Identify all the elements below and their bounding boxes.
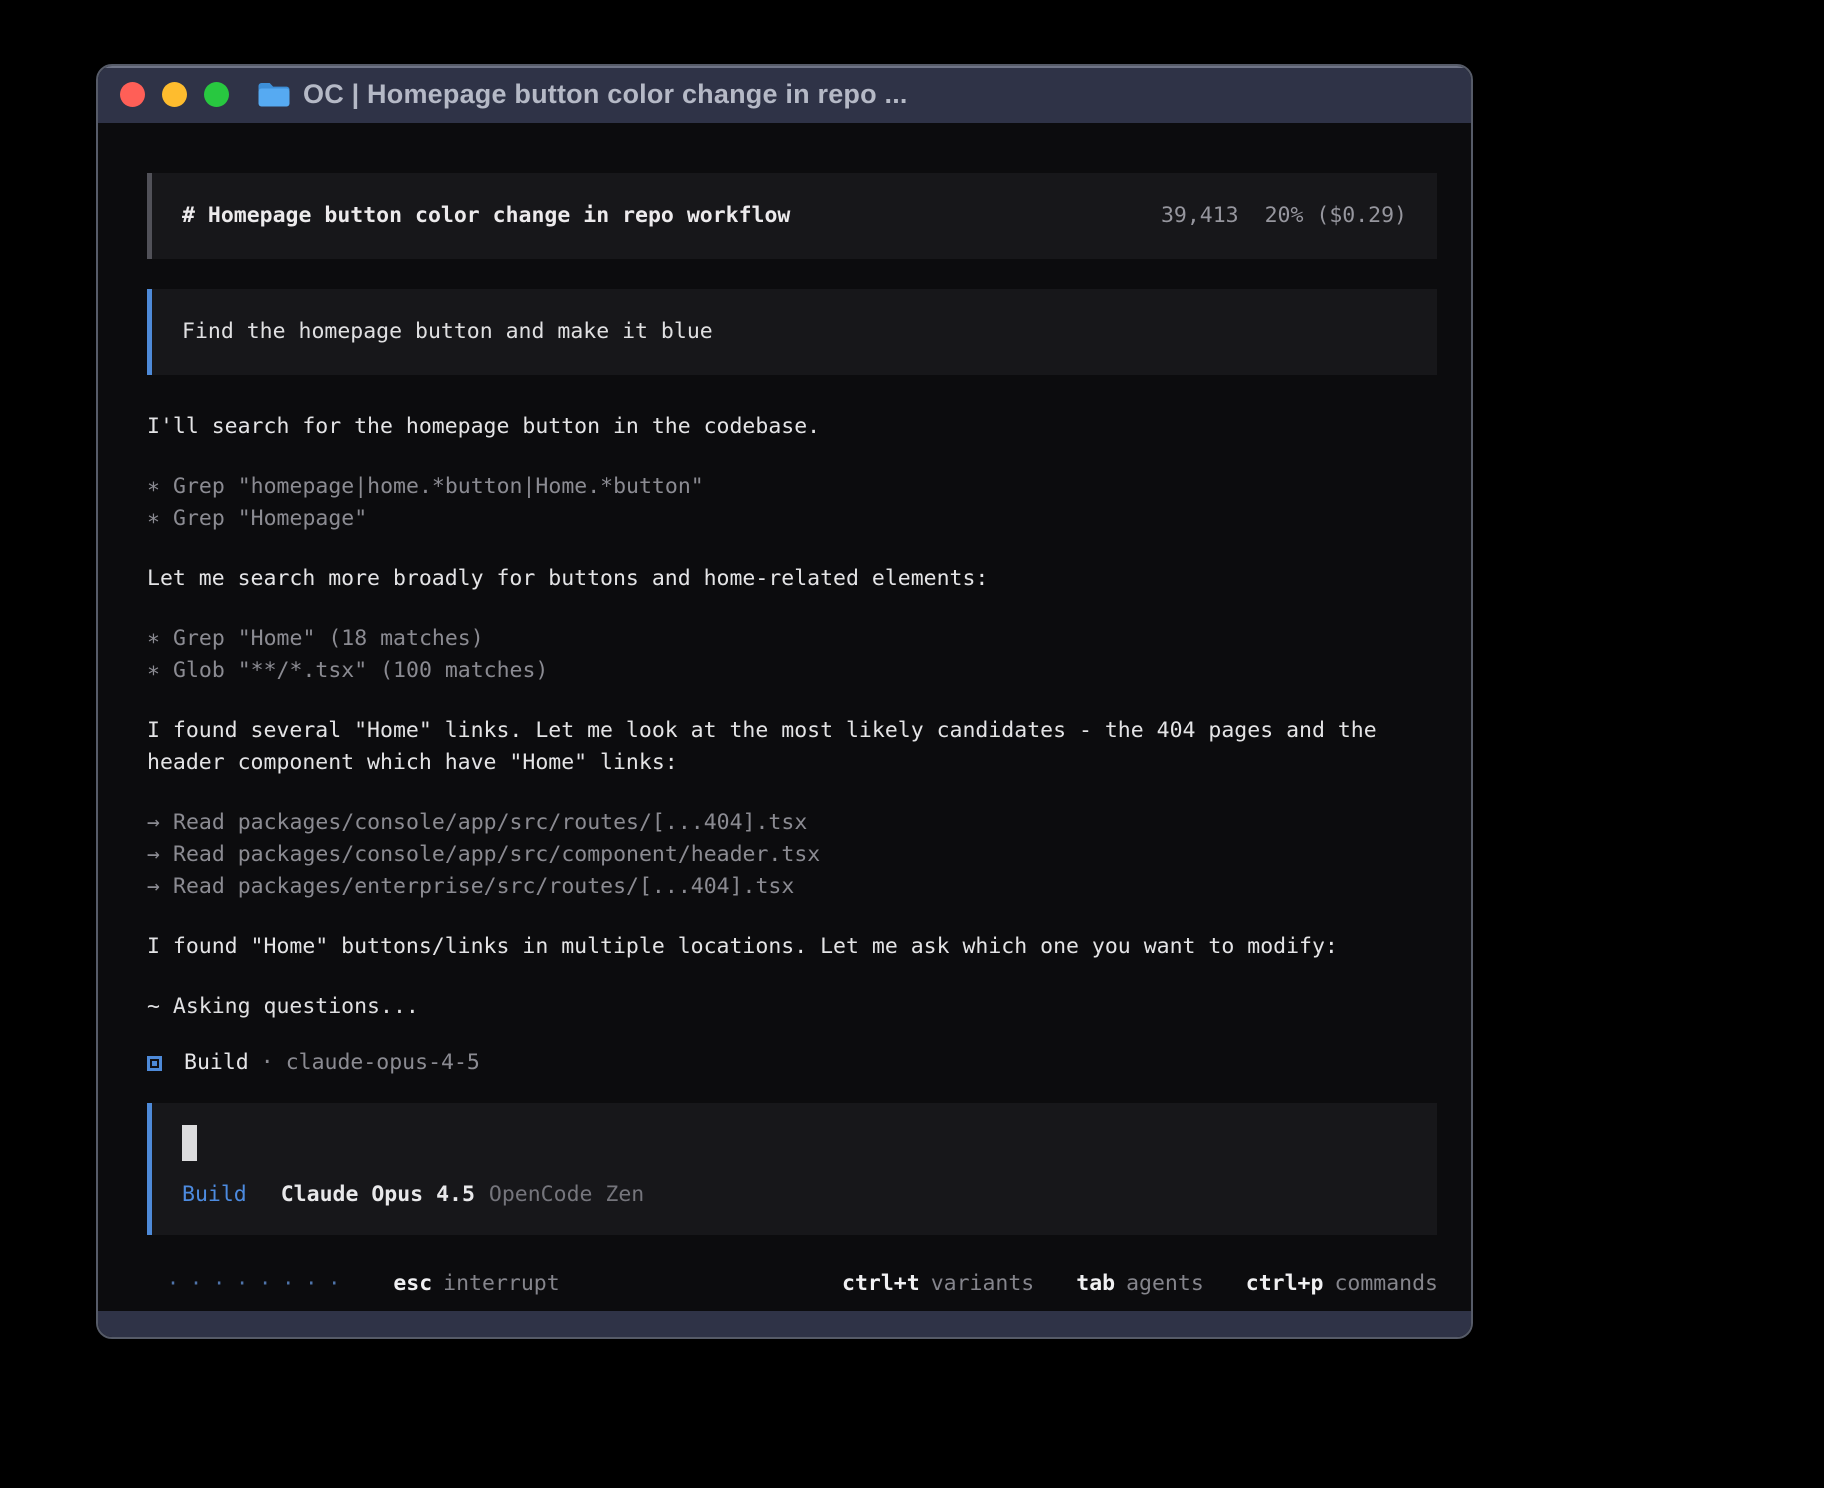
arrow-right-icon: → bbox=[147, 807, 173, 839]
hint-label: variants bbox=[931, 1271, 1035, 1296]
tool-call-glob: ∗Glob "**/*.tsx" (100 matches) bbox=[147, 655, 1437, 687]
token-count: 39,413 bbox=[1161, 200, 1239, 232]
agent-name: Build bbox=[184, 1047, 249, 1079]
tool-call-read: →Read packages/console/app/src/routes/[.… bbox=[147, 807, 1437, 839]
prompt-input-line[interactable] bbox=[182, 1125, 1407, 1161]
hint-variants: ctrl+t variants bbox=[842, 1271, 1034, 1296]
text-cursor bbox=[182, 1125, 197, 1161]
tool-call-grep: ∗Grep "homepage|home.*button|Home.*butto… bbox=[147, 471, 1437, 503]
hint-label: interrupt bbox=[443, 1271, 560, 1296]
tool-call-read: →Read packages/enterprise/src/routes/[..… bbox=[147, 871, 1437, 903]
assistant-paragraph: I found "Home" buttons/links in multiple… bbox=[147, 931, 1437, 963]
hint-key: ctrl+p bbox=[1246, 1271, 1324, 1296]
user-message: Find the homepage button and make it blu… bbox=[147, 289, 1437, 375]
traffic-lights bbox=[120, 82, 229, 107]
prompt-input[interactable]: Build Claude Opus 4.5 OpenCode Zen bbox=[147, 1103, 1437, 1235]
tool-call-label: Grep "homepage|home.*button|Home.*button… bbox=[173, 474, 704, 499]
activity-status: ~ Asking questions... bbox=[147, 991, 1437, 1023]
window-title: OC | Homepage button color change in rep… bbox=[303, 79, 908, 110]
assistant-paragraph: I found several "Home" links. Let me loo… bbox=[147, 715, 1437, 779]
hint-interrupt: esc interrupt bbox=[393, 1271, 559, 1296]
context-cost: 20% ($0.29) bbox=[1265, 200, 1407, 232]
minimize-button[interactable] bbox=[162, 82, 187, 107]
active-agent-label[interactable]: Build bbox=[182, 1179, 247, 1211]
tool-call-read: →Read packages/console/app/src/component… bbox=[147, 839, 1437, 871]
tool-call-group: ∗Grep "homepage|home.*button|Home.*butto… bbox=[147, 471, 1437, 535]
session-content: # Homepage button color change in repo w… bbox=[98, 123, 1471, 1261]
tool-call-label: Read packages/enterprise/src/routes/[...… bbox=[173, 874, 794, 899]
asterisk-icon: ∗ bbox=[147, 623, 173, 655]
arrow-right-icon: → bbox=[147, 839, 173, 871]
assistant-paragraph: Let me search more broadly for buttons a… bbox=[147, 563, 1437, 595]
provider-label: OpenCode Zen bbox=[489, 1179, 644, 1211]
separator-dot: · bbox=[261, 1047, 274, 1079]
close-button[interactable] bbox=[120, 82, 145, 107]
hint-label: commands bbox=[1334, 1271, 1438, 1296]
tool-call-grep: ∗Grep "Home" (18 matches) bbox=[147, 623, 1437, 655]
tool-call-grep: ∗Grep "Homepage" bbox=[147, 503, 1437, 535]
tool-call-label: Grep "Home" (18 matches) bbox=[173, 626, 484, 651]
tool-call-label: Read packages/console/app/src/component/… bbox=[173, 842, 820, 867]
hint-agents: tab agents bbox=[1076, 1271, 1204, 1296]
tool-call-group: →Read packages/console/app/src/routes/[.… bbox=[147, 807, 1437, 903]
session-header: # Homepage button color change in repo w… bbox=[147, 173, 1437, 259]
status-right: ctrl+t variants tab agents ctrl+p comman… bbox=[842, 1271, 1438, 1296]
asterisk-icon: ∗ bbox=[147, 503, 173, 535]
agent-model: claude-opus-4-5 bbox=[286, 1047, 480, 1079]
assistant-paragraph: I'll search for the homepage button in t… bbox=[147, 411, 1437, 443]
agent-status-row: Build · claude-opus-4-5 bbox=[147, 1047, 1437, 1079]
asterisk-icon: ∗ bbox=[147, 471, 173, 503]
zoom-button[interactable] bbox=[204, 82, 229, 107]
arrow-right-icon: → bbox=[147, 871, 173, 903]
tool-call-label: Read packages/console/app/src/routes/[..… bbox=[173, 810, 807, 835]
user-message-text: Find the homepage button and make it blu… bbox=[182, 316, 713, 348]
titlebar[interactable]: OC | Homepage button color change in rep… bbox=[98, 66, 1471, 123]
tool-call-label: Grep "Homepage" bbox=[173, 506, 367, 531]
hint-key: ctrl+t bbox=[842, 1271, 920, 1296]
agent-build-icon bbox=[147, 1056, 162, 1071]
folder-icon bbox=[257, 81, 290, 108]
asterisk-icon: ∗ bbox=[147, 655, 173, 687]
session-stats: 39,413 20% ($0.29) bbox=[1161, 200, 1407, 232]
hint-key: tab bbox=[1076, 1271, 1115, 1296]
tool-call-group: ∗Grep "Home" (18 matches) ∗Glob "**/*.ts… bbox=[147, 623, 1437, 687]
active-model-label[interactable]: Claude Opus 4.5 bbox=[281, 1179, 475, 1211]
prompt-footer: Build Claude Opus 4.5 OpenCode Zen bbox=[182, 1179, 1407, 1211]
window-bottom-strip bbox=[98, 1311, 1471, 1337]
hint-commands: ctrl+p commands bbox=[1246, 1271, 1438, 1296]
session-title: # Homepage button color change in repo w… bbox=[182, 200, 790, 232]
hint-label: agents bbox=[1126, 1271, 1204, 1296]
status-bar: ········ esc interrupt ctrl+t variants t… bbox=[98, 1261, 1471, 1311]
terminal-window: OC | Homepage button color change in rep… bbox=[96, 64, 1473, 1339]
spinner-dots-icon: ········ bbox=[167, 1271, 351, 1295]
window-title-group: OC | Homepage button color change in rep… bbox=[257, 79, 908, 110]
status-left: ········ esc interrupt bbox=[167, 1271, 560, 1296]
hint-key: esc bbox=[393, 1271, 432, 1296]
tool-call-label: Glob "**/*.tsx" (100 matches) bbox=[173, 658, 548, 683]
